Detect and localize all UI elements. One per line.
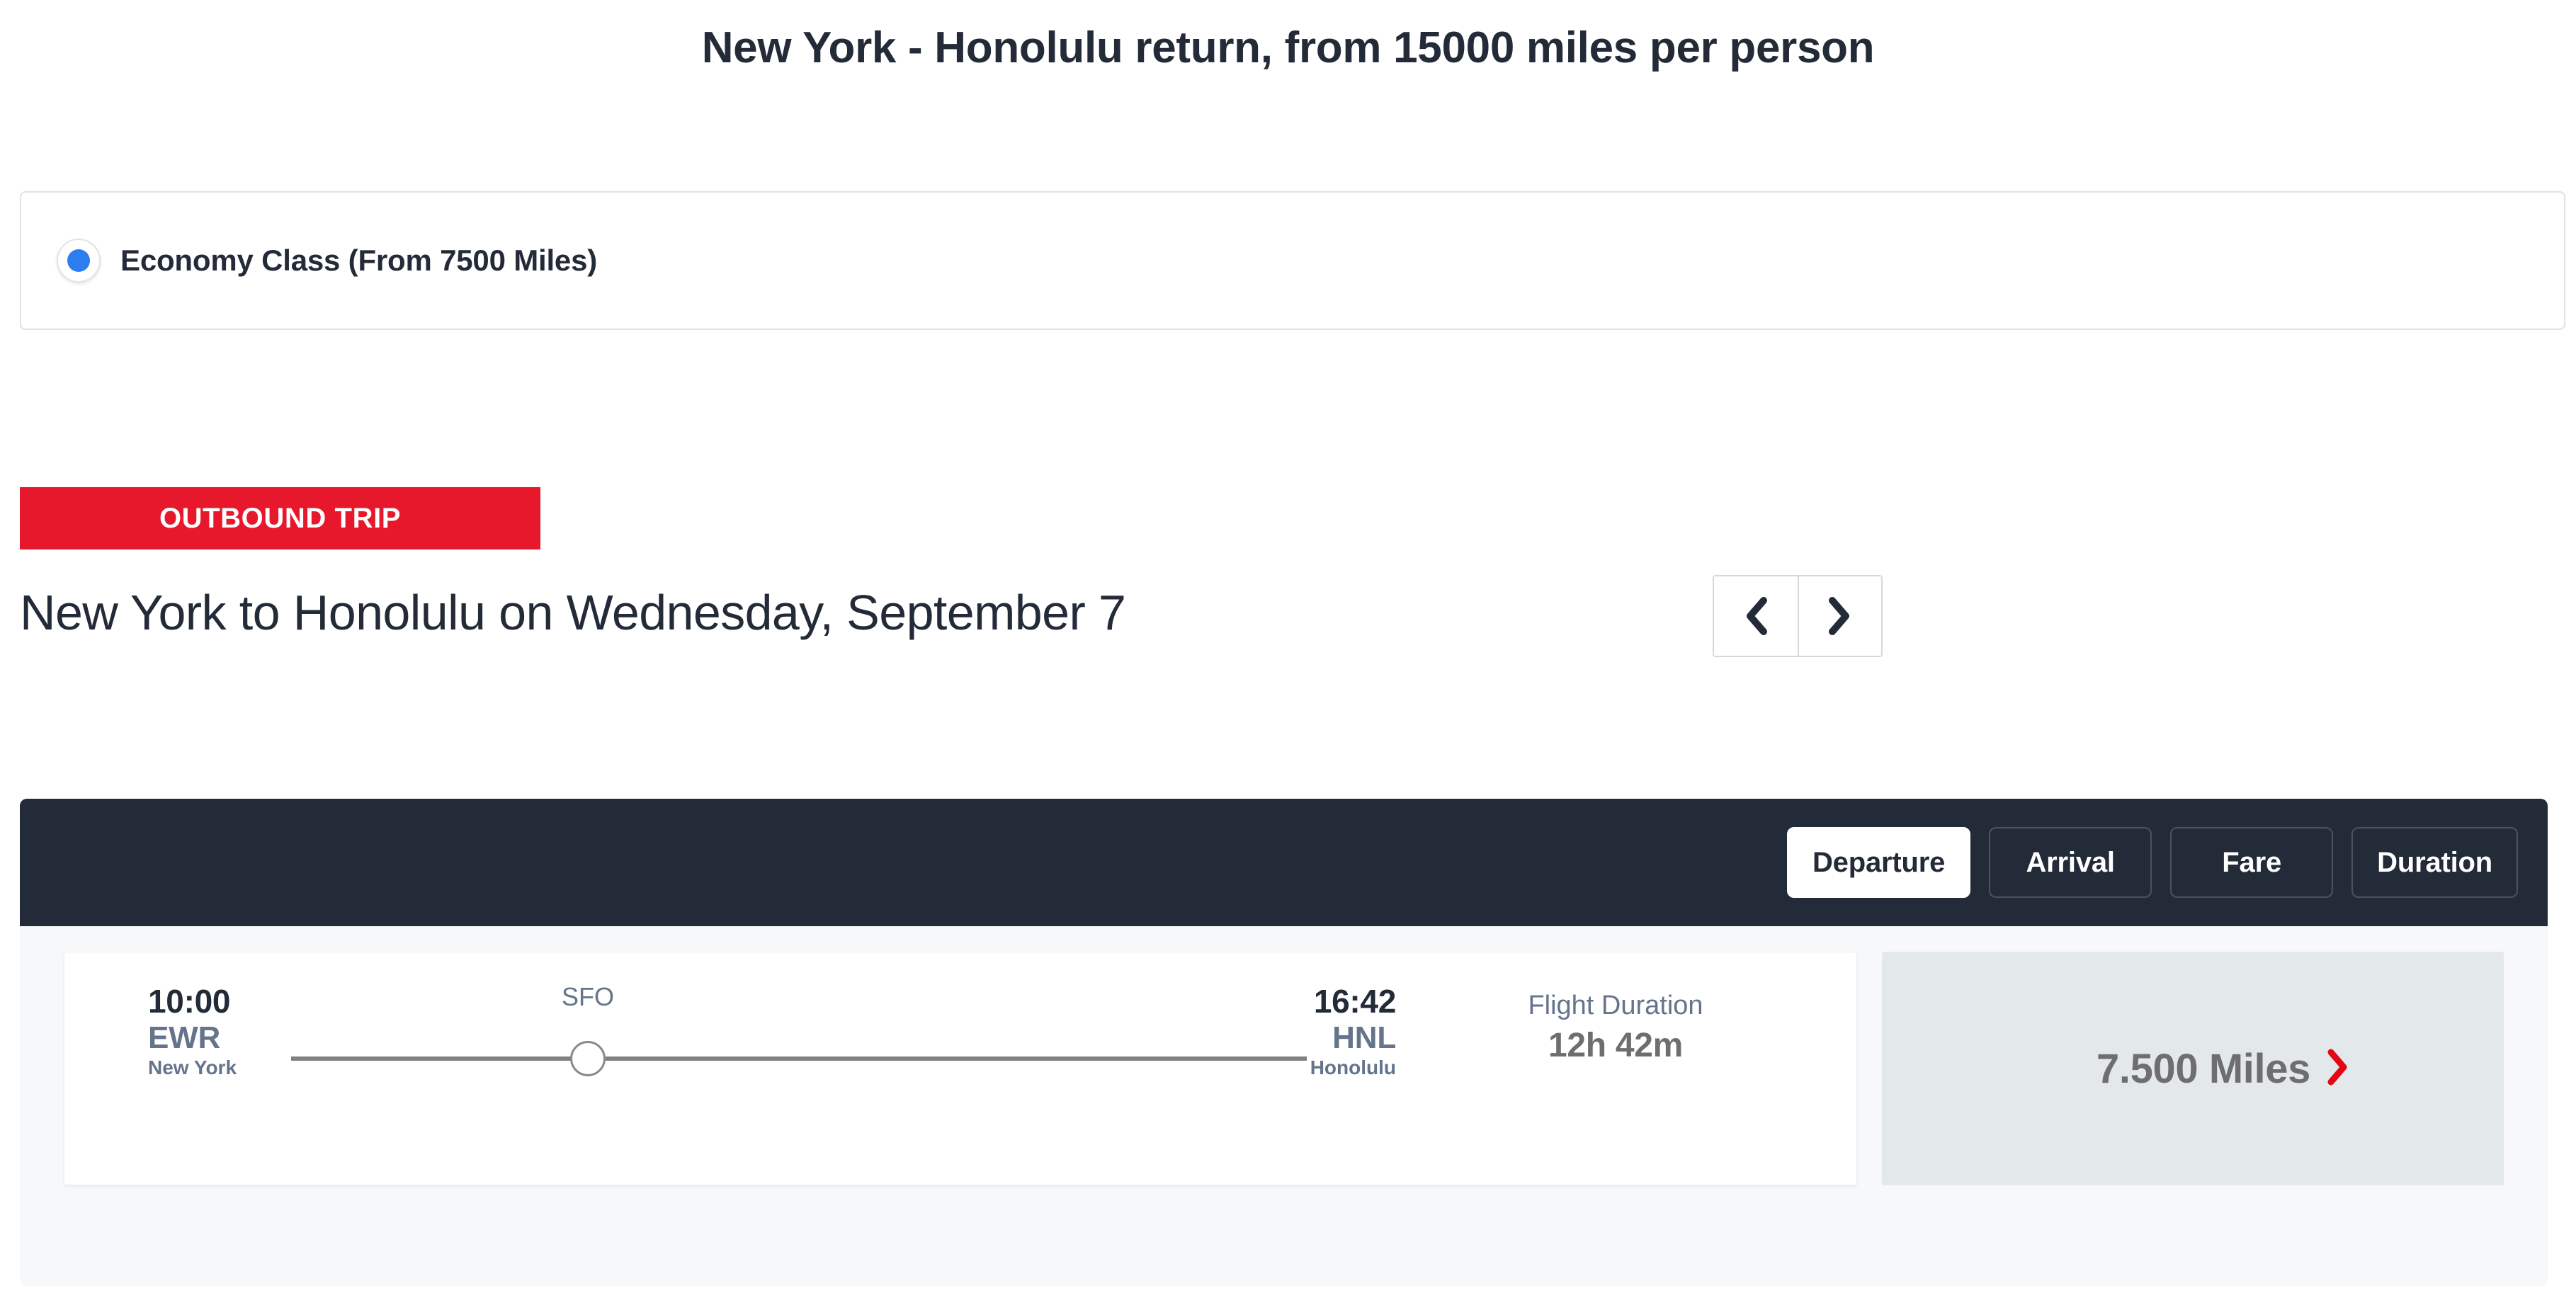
fare-price-content: 7.500 Miles <box>2096 1045 2349 1093</box>
departure-city: New York <box>148 1056 237 1079</box>
sort-tab-departure[interactable]: Departure <box>1787 827 1971 898</box>
cabin-class-option-economy[interactable]: Economy Class (From 7500 Miles) <box>57 239 597 283</box>
chevron-right-icon <box>1828 596 1852 636</box>
arrival-city: Honolulu <box>1310 1056 1396 1079</box>
flight-results-list: 10:00 EWR New York SFO 16:42 HNL Honolul… <box>20 926 2548 1286</box>
results-sort-bar: Departure Arrival Fare Duration <box>20 799 2548 926</box>
outbound-trip-badge: OUTBOUND TRIP <box>20 487 540 549</box>
sort-tab-duration[interactable]: Duration <box>2351 827 2518 898</box>
outbound-trip-badge-label: OUTBOUND TRIP <box>159 502 402 534</box>
previous-day-button[interactable] <box>1714 576 1798 656</box>
flight-row[interactable]: 10:00 EWR New York SFO 16:42 HNL Honolul… <box>64 952 1857 1185</box>
fare-price-value: 7.500 Miles <box>2096 1045 2310 1092</box>
route-line <box>291 1056 1307 1061</box>
arrival-time: 16:42 <box>1313 983 1396 1020</box>
flight-search-page: New York - Honolulu return, from 15000 m… <box>0 0 2576 1293</box>
economy-class-radio[interactable] <box>57 239 101 283</box>
chevron-left-icon <box>1744 596 1768 636</box>
flight-results-panel: Departure Arrival Fare Duration 10:00 EW… <box>20 799 2548 1286</box>
departure-airport-code: EWR <box>148 1020 221 1055</box>
route-heading-row: New York to Honolulu on Wednesday, Septe… <box>20 566 2565 659</box>
day-navigation <box>1713 575 1883 657</box>
page-title: New York - Honolulu return, from 15000 m… <box>701 23 1875 72</box>
next-day-button[interactable] <box>1798 576 1881 656</box>
route-heading: New York to Honolulu on Wednesday, Septe… <box>20 585 1126 640</box>
arrival-airport-code: HNL <box>1332 1020 1396 1055</box>
arrival-segment: 16:42 HNL Honolulu <box>1212 983 1397 1080</box>
chevron-right-icon <box>2326 1049 2349 1089</box>
sort-tab-arrival[interactable]: Arrival <box>1989 827 2152 898</box>
departure-time: 10:00 <box>148 983 231 1020</box>
cabin-class-label: Economy Class (From 7500 Miles) <box>120 244 598 277</box>
stopover-marker-icon <box>570 1041 606 1076</box>
sort-tab-fare[interactable]: Fare <box>2170 827 2334 898</box>
fare-price-button[interactable]: 7.500 Miles <box>1882 952 2504 1185</box>
cabin-class-card: Economy Class (From 7500 Miles) <box>20 191 2565 330</box>
flight-duration-label: Flight Duration <box>1528 991 1703 1020</box>
flight-duration-value: 12h 42m <box>1548 1027 1684 1065</box>
stopover-airport-code: SFO <box>561 982 614 1011</box>
flight-duration-block: Flight Duration 12h 42m <box>1446 988 1786 1069</box>
departure-segment: 10:00 EWR New York <box>148 983 237 1080</box>
